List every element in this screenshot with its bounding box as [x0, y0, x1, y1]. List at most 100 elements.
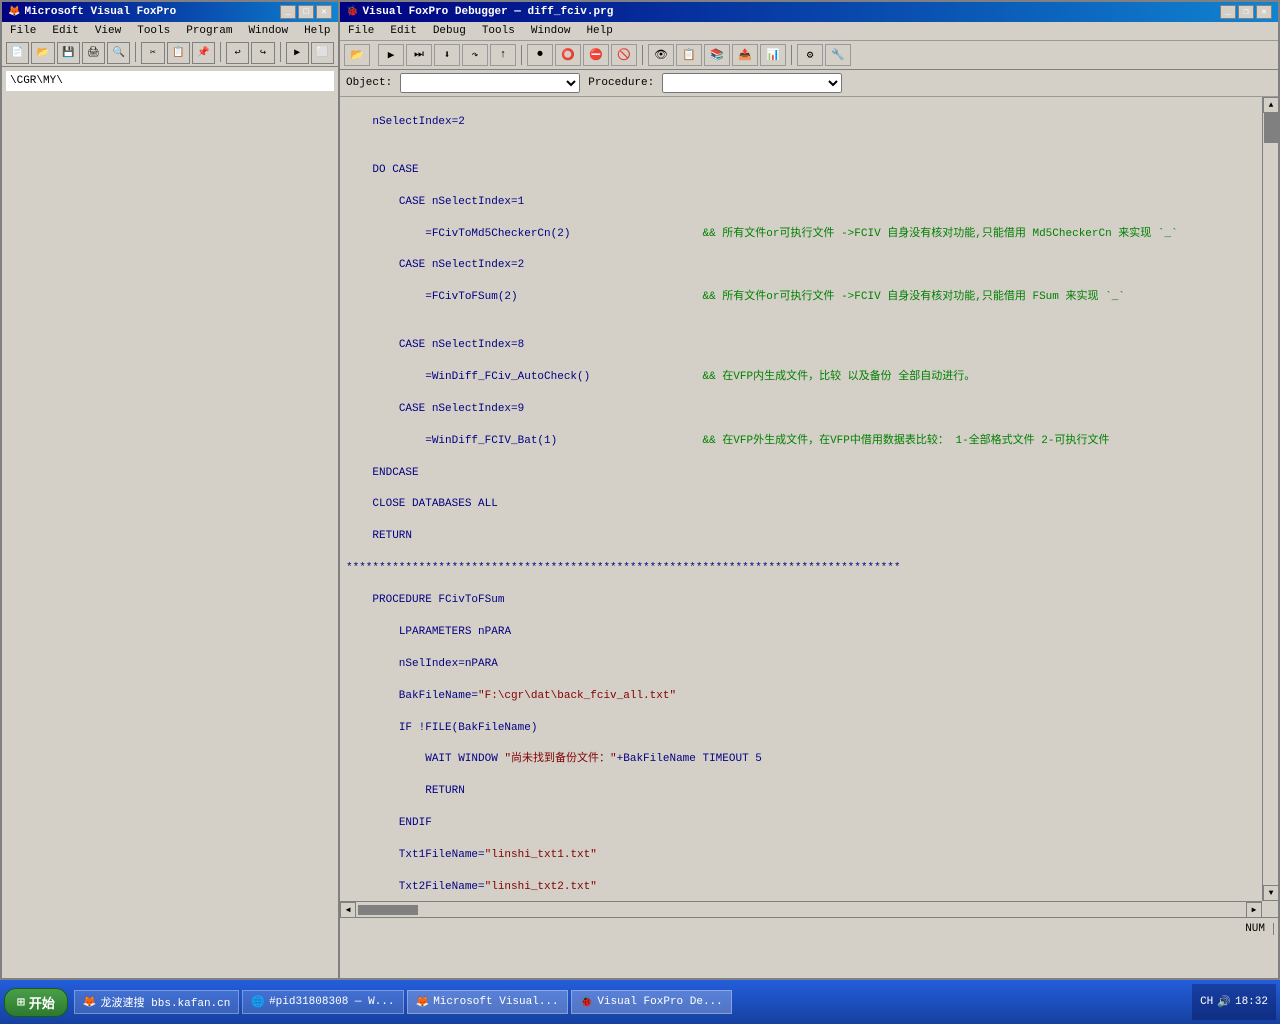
menu-help[interactable]: Help — [300, 24, 334, 38]
vfp-menu-bar: File Edit View Tools Program Window Help — [2, 22, 338, 40]
scroll-right-button[interactable]: ▶ — [1246, 902, 1262, 918]
dbg-watch-button[interactable]: 👁 — [648, 44, 674, 66]
taskbar-item-3[interactable]: 🐞 Visual FoxPro De... — [571, 990, 732, 1014]
code-line: ENDIF — [346, 816, 1262, 832]
code-content: nSelectIndex=2 DO CASE CASE nSelectIndex… — [340, 97, 1262, 901]
dbg-cancel-button[interactable]: 🚫 — [611, 44, 637, 66]
dbg-menu-help[interactable]: Help — [582, 24, 616, 38]
taskbar: ⊞ 开始 🦊 龙波速搜 bbs.kafan.cn 🌐 #pid31808308 … — [0, 980, 1280, 1024]
scroll-up-button[interactable]: ▲ — [1263, 97, 1278, 113]
code-line: nSelIndex=nPARA — [346, 657, 1262, 673]
vfp-title-bar: 🦊 Microsoft Visual FoxPro _ □ ✕ — [2, 2, 338, 22]
copy-button[interactable]: 📋 — [167, 42, 190, 64]
code-line: CASE nSelectIndex=9 — [346, 402, 1262, 418]
menu-tools[interactable]: Tools — [133, 24, 174, 38]
menu-edit[interactable]: Edit — [48, 24, 82, 38]
vertical-scrollbar[interactable]: ▲ ▼ — [1262, 97, 1278, 901]
dbg-props-button[interactable]: 🔧 — [825, 44, 851, 66]
code-line: CASE nSelectIndex=2 — [346, 258, 1262, 274]
code-line: IF !FILE(BakFileName) — [346, 721, 1262, 737]
tray-volume-icon: 🔊 — [1217, 995, 1231, 1009]
debugger-title-bar: 🐞 Visual FoxPro Debugger — diff_fciv.prg… — [340, 2, 1278, 22]
dbg-breakpoint-button[interactable]: ⏺ — [527, 44, 553, 66]
dbg-step-over-button[interactable]: ↷ — [462, 44, 488, 66]
dbg-step-out-button[interactable]: ↑ — [490, 44, 516, 66]
code-line: nSelectIndex=2 — [346, 115, 1262, 131]
dbg-call-stack-button[interactable]: 📚 — [704, 44, 730, 66]
start-label: 开始 — [29, 993, 55, 1012]
undo-button[interactable]: ↩ — [226, 42, 249, 64]
redo-button[interactable]: ↪ — [251, 42, 274, 64]
object-select[interactable] — [400, 73, 580, 93]
code-scroll-area[interactable]: nSelectIndex=2 DO CASE CASE nSelectIndex… — [340, 97, 1262, 901]
minimize-button[interactable]: _ — [280, 5, 296, 19]
status-num: NUM — [1237, 923, 1274, 935]
debugger-icon: 🐞 — [346, 6, 358, 18]
dbg-step-into-button[interactable]: ⬇ — [434, 44, 460, 66]
dbg-menu-tools[interactable]: Tools — [478, 24, 519, 38]
code-line: WAIT WINDOW "尚未找到备份文件："+BakFileName TIME… — [346, 752, 1262, 768]
taskbar-item-1[interactable]: 🌐 #pid31808308 — W... — [242, 990, 403, 1014]
menu-window[interactable]: Window — [244, 24, 292, 38]
object-procedure-bar: Object: Procedure: — [340, 70, 1278, 97]
code-line: LPARAMETERS nPARA — [346, 625, 1262, 641]
save-button[interactable]: 💾 — [57, 42, 80, 64]
dbg-coverage-button[interactable]: 📊 — [760, 44, 786, 66]
debugger-toolbar: 📂 ▶ ⏭ ⬇ ↷ ↑ ⏺ ⭕ ⛔ 🚫 👁 📋 📚 📤 📊 ⚙ 🔧 — [340, 41, 1278, 70]
vfp-main-window: 🦊 Microsoft Visual FoxPro _ □ ✕ File Edi… — [0, 0, 340, 980]
menu-file[interactable]: File — [6, 24, 40, 38]
vfp-title: Microsoft Visual FoxPro — [24, 6, 176, 18]
dbg-locals-button[interactable]: 📋 — [676, 44, 702, 66]
debugger-menu-bar: File Edit Debug Tools Window Help — [340, 22, 1278, 41]
dbg-menu-file[interactable]: File — [344, 24, 378, 38]
vfp-icon: 🦊 — [8, 6, 20, 18]
scroll-left-button[interactable]: ◀ — [340, 902, 356, 918]
stop-button[interactable]: ⬜ — [311, 42, 334, 64]
taskbar-items: 🦊 龙波速搜 bbs.kafan.cn 🌐 #pid31808308 — W..… — [74, 990, 1192, 1014]
taskbar-item-2[interactable]: 🦊 Microsoft Visual... — [407, 990, 568, 1014]
dbg-menu-window[interactable]: Window — [527, 24, 575, 38]
dbg-minimize-button[interactable]: _ — [1220, 5, 1236, 19]
taskbar-item-label-1: #pid31808308 — W... — [269, 996, 394, 1008]
dbg-menu-debug[interactable]: Debug — [429, 24, 470, 38]
code-line: =WinDiff_FCIV_Bat(1) && 在VFP外生成文件，在VFP中借… — [346, 434, 1262, 450]
dbg-clear-break-button[interactable]: ⭕ — [555, 44, 581, 66]
close-button[interactable]: ✕ — [316, 5, 332, 19]
dbg-menu-edit[interactable]: Edit — [386, 24, 420, 38]
code-line: CASE nSelectIndex=1 — [346, 195, 1262, 211]
dbg-continue-button[interactable]: ⏭ — [406, 44, 432, 66]
open-button[interactable]: 📂 — [31, 42, 54, 64]
dbg-break-on-error[interactable]: ⛔ — [583, 44, 609, 66]
menu-view[interactable]: View — [91, 24, 125, 38]
procedure-select[interactable] — [662, 73, 842, 93]
dbg-run-button[interactable]: ▶ — [378, 44, 404, 66]
preview-button[interactable]: 🔍 — [107, 42, 130, 64]
scroll-down-button[interactable]: ▼ — [1263, 885, 1278, 901]
run-button[interactable]: ▶ — [286, 42, 309, 64]
vfp-toolbar: 📄 📂 💾 🖨 🔍 ✂ 📋 📌 ↩ ↪ ▶ ⬜ — [2, 40, 338, 67]
dbg-close-button[interactable]: ✕ — [1256, 5, 1272, 19]
taskbar-item-0[interactable]: 🦊 龙波速搜 bbs.kafan.cn — [74, 990, 240, 1014]
dbg-environment-button[interactable]: ⚙ — [797, 44, 823, 66]
code-line: BakFileName="F:\cgr\dat\back_fciv_all.tx… — [346, 689, 1262, 705]
dbg-output-button[interactable]: 📤 — [732, 44, 758, 66]
dbg-restore-button[interactable]: ❐ — [1238, 5, 1254, 19]
paste-button[interactable]: 📌 — [192, 42, 215, 64]
code-line: =FCivToMd5CheckerCn(2) && 所有文件or可执行文件 ->… — [346, 227, 1262, 243]
cut-button[interactable]: ✂ — [141, 42, 164, 64]
print-button[interactable]: 🖨 — [82, 42, 105, 64]
vfp-main-content: \CGR\MY\ — [6, 71, 334, 91]
code-line: RETURN — [346, 784, 1262, 800]
horizontal-scrollbar[interactable]: ◀ ▶ — [340, 901, 1262, 917]
new-button[interactable]: 📄 — [6, 42, 29, 64]
debugger-title: Visual FoxPro Debugger — diff_fciv.prg — [362, 6, 613, 18]
code-line: Txt1FileName="linshi_txt1.txt" — [346, 848, 1262, 864]
dbg-open-button[interactable]: 📂 — [344, 44, 370, 66]
code-line: ****************************************… — [346, 561, 1262, 577]
code-area-wrapper: nSelectIndex=2 DO CASE CASE nSelectIndex… — [340, 97, 1278, 917]
start-button[interactable]: ⊞ 开始 — [4, 988, 68, 1017]
system-tray: CH 🔊 18:32 — [1192, 984, 1276, 1020]
maximize-button[interactable]: □ — [298, 5, 314, 19]
menu-program[interactable]: Program — [182, 24, 236, 38]
taskbar-item-label-3: Visual FoxPro De... — [597, 996, 722, 1008]
